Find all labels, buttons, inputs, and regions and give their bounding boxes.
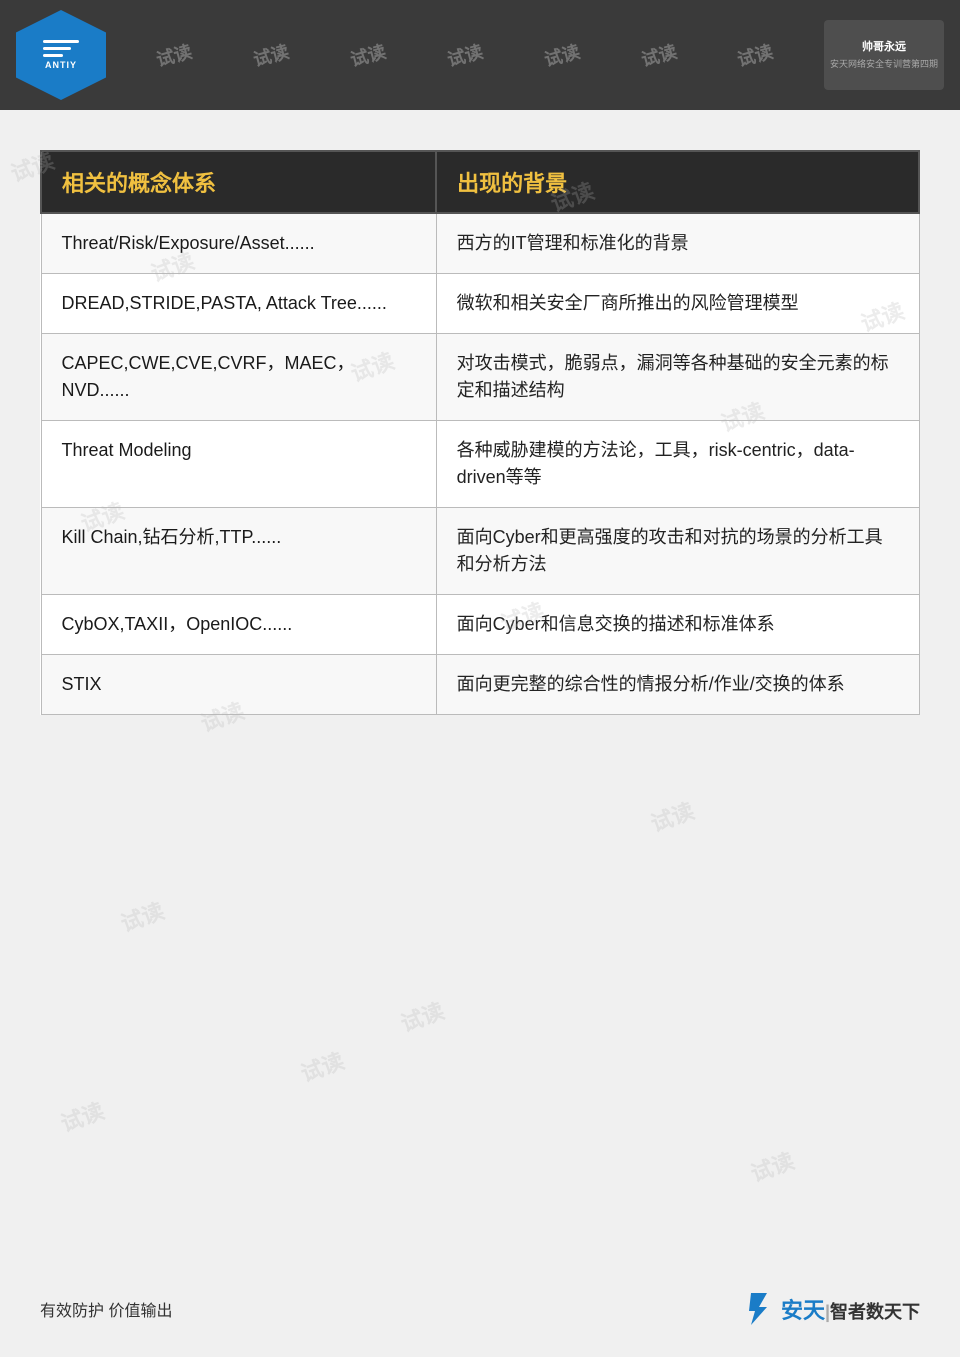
logo-line-2 <box>43 47 71 50</box>
table-row: Threat Modeling各种威胁建模的方法论，工具，risk-centri… <box>41 421 919 508</box>
header-wm-1: 试读 <box>154 38 196 72</box>
antiy-label: ANTIY <box>45 60 77 70</box>
table-cell-right-1: 微软和相关安全厂商所推出的风险管理模型 <box>436 274 919 334</box>
header-wm-4: 试读 <box>444 38 486 72</box>
main-content: 相关的概念体系 出现的背景 Threat/Risk/Exposure/Asset… <box>0 110 960 755</box>
table-row: STIX面向更完整的综合性的情报分析/作业/交换的体系 <box>41 655 919 715</box>
col2-header: 出现的背景 <box>436 151 919 213</box>
wm-13: 试读 <box>746 1143 798 1188</box>
table-cell-left-5: CybOX,TAXII，OpenIOC...... <box>41 595 436 655</box>
header-wm-5: 试读 <box>541 38 583 72</box>
header-wm-2: 试读 <box>251 38 293 72</box>
footer-right-logo: 安天|智者数天下 <box>741 1291 920 1327</box>
header-right-logo: 帅哥永远 安天网络安全专训营第四期 <box>824 20 944 90</box>
wm-15: 试读 <box>296 1043 348 1088</box>
footer-antiy-icon <box>741 1291 777 1327</box>
table-cell-left-1: DREAD,STRIDE,PASTA, Attack Tree...... <box>41 274 436 334</box>
table-cell-left-6: STIX <box>41 655 436 715</box>
table-cell-right-2: 对攻击模式，脆弱点，漏洞等各种基础的安全元素的标定和描述结构 <box>436 334 919 421</box>
header: ANTIY 试读 试读 试读 试读 试读 试读 试读 帅哥永远 安天网络安全专训… <box>0 0 960 110</box>
header-watermarks: 试读 试读 试读 试读 试读 试读 试读 <box>106 42 824 68</box>
table-row: CybOX,TAXII，OpenIOC......面向Cyber和信息交换的描述… <box>41 595 919 655</box>
header-wm-6: 试读 <box>638 38 680 72</box>
wm-9: 试读 <box>646 793 698 838</box>
logo-lines <box>43 40 79 57</box>
header-wm-7: 试读 <box>735 38 777 72</box>
table-cell-right-0: 西方的IT管理和标准化的背景 <box>436 213 919 274</box>
footer-logo-main: 安天|智者数天下 <box>781 1293 920 1325</box>
table-cell-left-3: Threat Modeling <box>41 421 436 508</box>
antiy-logo: ANTIY <box>16 10 106 100</box>
footer-left-text: 有效防护 价值输出 <box>40 1297 172 1321</box>
wm-11: 试读 <box>396 993 448 1038</box>
table-row: Kill Chain,钻石分析,TTP......面向Cyber和更高强度的攻击… <box>41 508 919 595</box>
header-right-bottom-text: 安天网络安全专训营第四期 <box>830 57 938 70</box>
table-cell-right-5: 面向Cyber和信息交换的描述和标准体系 <box>436 595 919 655</box>
header-wm-3: 试读 <box>347 38 389 72</box>
footer-logo-sub: 智者数天下 <box>830 1302 920 1322</box>
wm-10: 试读 <box>116 893 168 938</box>
concepts-table: 相关的概念体系 出现的背景 Threat/Risk/Exposure/Asset… <box>40 150 920 715</box>
table-cell-left-4: Kill Chain,钻石分析,TTP...... <box>41 508 436 595</box>
table-cell-right-4: 面向Cyber和更高强度的攻击和对抗的场景的分析工具和分析方法 <box>436 508 919 595</box>
header-right-top-text: 帅哥永远 <box>862 40 906 54</box>
logo-line-1 <box>43 40 79 43</box>
table-row: CAPEC,CWE,CVE,CVRF，MAEC，NVD......对攻击模式，脆… <box>41 334 919 421</box>
table-row: Threat/Risk/Exposure/Asset......西方的IT管理和… <box>41 213 919 274</box>
table-row: DREAD,STRIDE,PASTA, Attack Tree......微软和… <box>41 274 919 334</box>
logo-line-3 <box>43 54 63 57</box>
table-cell-left-2: CAPEC,CWE,CVE,CVRF，MAEC，NVD...... <box>41 334 436 421</box>
table-cell-left-0: Threat/Risk/Exposure/Asset...... <box>41 213 436 274</box>
wm-12: 试读 <box>56 1093 108 1138</box>
footer: 有效防护 价值输出 安天|智者数天下 <box>0 1291 960 1327</box>
col1-header: 相关的概念体系 <box>41 151 436 213</box>
table-cell-right-3: 各种威胁建模的方法论，工具，risk-centric，data-driven等等 <box>436 421 919 508</box>
table-cell-right-6: 面向更完整的综合性的情报分析/作业/交换的体系 <box>436 655 919 715</box>
